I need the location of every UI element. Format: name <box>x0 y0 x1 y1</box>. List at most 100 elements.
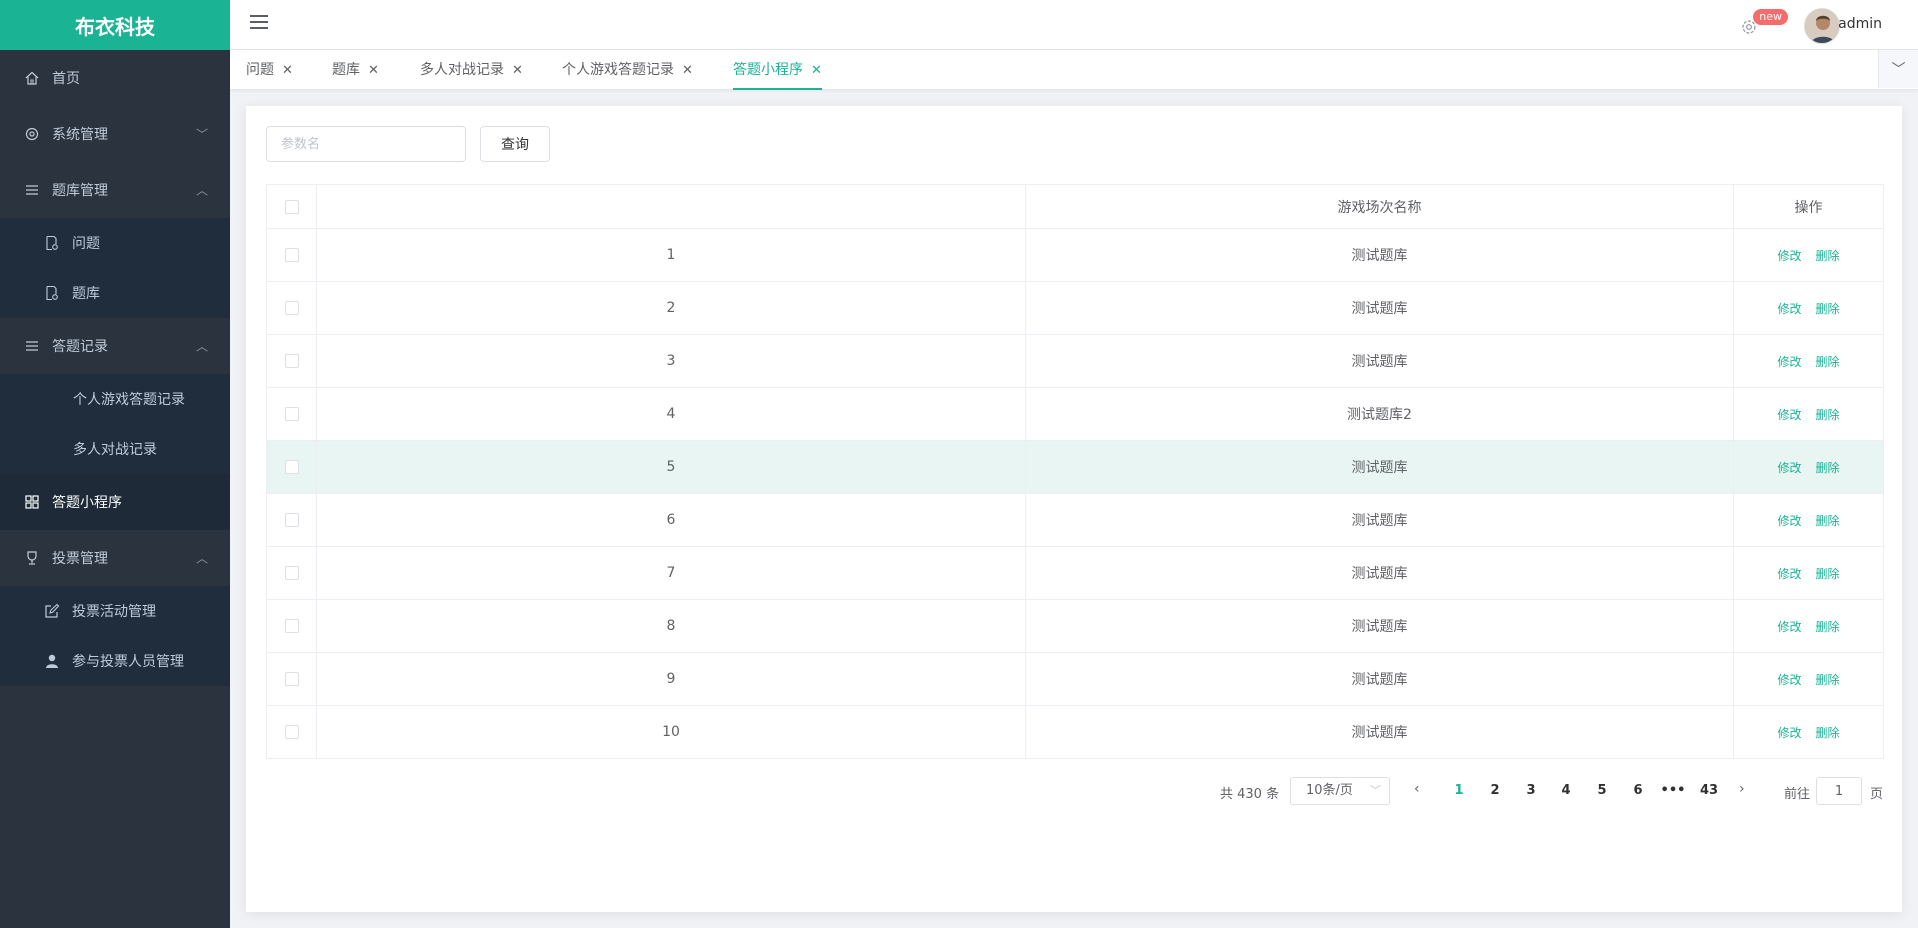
close-icon[interactable]: ✕ <box>368 63 379 78</box>
close-icon[interactable]: ✕ <box>811 63 822 78</box>
column-header-actions: 操作 <box>1733 184 1884 229</box>
edit-link[interactable]: 修改 <box>1777 514 1801 528</box>
close-icon[interactable]: ✕ <box>282 63 293 78</box>
goto-label: 前往 <box>1784 787 1811 802</box>
more-pages-icon[interactable]: ••• <box>1658 783 1688 798</box>
edit-link[interactable]: 修改 <box>1777 673 1801 687</box>
sidebar-item-question-bank[interactable]: 题库 <box>0 268 230 318</box>
row-checkbox[interactable] <box>284 619 299 633</box>
edit-link[interactable]: 修改 <box>1777 726 1801 740</box>
row-actions: 修改 删除 <box>1733 599 1884 653</box>
close-icon[interactable]: ✕ <box>682 63 693 78</box>
row-checkbox[interactable] <box>284 407 299 421</box>
sidebar-item-vote[interactable]: 投票管理 ︿ <box>0 530 230 586</box>
sidebar-item-system[interactable]: 系统管理 ﹀ <box>0 106 230 162</box>
sidebar-item-label: 题库管理 <box>52 183 108 199</box>
sidebar-item-battle-records[interactable]: 多人对战记录 <box>0 424 230 474</box>
avatar[interactable] <box>1804 8 1840 44</box>
row-checkbox[interactable] <box>284 725 299 739</box>
sidebar-item-questions[interactable]: 问题 <box>0 218 230 268</box>
page-size-value: 10条/页 <box>1306 783 1353 798</box>
app-logo: 布衣科技 <box>0 0 230 50</box>
row-checkbox[interactable] <box>284 672 299 686</box>
chevron-down-icon: ﹀ <box>1370 784 1381 797</box>
page-4[interactable]: 4 <box>1551 783 1581 798</box>
tab-personal-records[interactable]: 个人游戏答题记录 ✕ <box>562 50 693 90</box>
column-header-id <box>316 184 1026 229</box>
top-header: new admin <box>230 0 1918 50</box>
search-input[interactable] <box>266 126 466 162</box>
page-1[interactable]: 1 <box>1444 783 1474 798</box>
menu-toggle-icon[interactable] <box>250 15 268 33</box>
row-checkbox[interactable] <box>284 460 299 474</box>
edit-link[interactable]: 修改 <box>1777 620 1801 634</box>
chevron-up-icon: ︿ <box>195 339 208 354</box>
delete-link[interactable]: 删除 <box>1816 514 1840 528</box>
row-checkbox[interactable] <box>284 301 299 315</box>
username[interactable]: admin <box>1838 16 1882 32</box>
prev-page-icon[interactable]: ‹ <box>1414 781 1420 797</box>
tabs-dropdown-button[interactable]: ﹀ <box>1878 50 1918 88</box>
sidebar-item-label: 投票管理 <box>52 551 108 567</box>
home-icon <box>24 70 40 86</box>
sidebar-item-home[interactable]: 首页 <box>0 50 230 106</box>
tab-question-bank[interactable]: 题库 ✕ <box>332 50 379 90</box>
delete-link[interactable]: 删除 <box>1816 620 1840 634</box>
page-size-select[interactable]: 10条/页 ﹀ <box>1290 777 1390 805</box>
sidebar-item-vote-participants[interactable]: 参与投票人员管理 <box>0 636 230 686</box>
page-2[interactable]: 2 <box>1480 783 1510 798</box>
goto-page-input[interactable] <box>1816 777 1862 805</box>
row-checkbox[interactable] <box>284 513 299 527</box>
table-row: 7 测试题库 修改 删除 <box>266 546 1884 600</box>
edit-link[interactable]: 修改 <box>1777 461 1801 475</box>
select-all-cell <box>266 184 317 229</box>
page-unit-label: 页 <box>1870 787 1884 802</box>
row-name: 测试题库 <box>1025 493 1734 547</box>
row-checkbox[interactable] <box>284 248 299 262</box>
delete-link[interactable]: 删除 <box>1816 249 1840 263</box>
row-id: 1 <box>316 228 1026 282</box>
tab-questions[interactable]: 问题 ✕ <box>246 50 293 90</box>
table-row: 2 测试题库 修改 删除 <box>266 281 1884 335</box>
row-name: 测试题库 <box>1025 546 1734 600</box>
chevron-down-icon: ﹀ <box>1891 62 1906 78</box>
sidebar-item-records[interactable]: 答题记录 ︿ <box>0 318 230 374</box>
page-3[interactable]: 3 <box>1516 783 1546 798</box>
delete-link[interactable]: 删除 <box>1816 461 1840 475</box>
page-43[interactable]: 43 <box>1694 783 1724 798</box>
delete-link[interactable]: 删除 <box>1816 726 1840 740</box>
sidebar-item-personal-records[interactable]: 个人游戏答题记录 <box>0 374 230 424</box>
row-actions: 修改 删除 <box>1733 652 1884 706</box>
delete-link[interactable]: 删除 <box>1816 673 1840 687</box>
next-page-icon[interactable]: › <box>1739 781 1745 797</box>
page-6[interactable]: 6 <box>1623 783 1653 798</box>
tab-label: 多人对战记录 <box>420 62 504 78</box>
edit-link[interactable]: 修改 <box>1777 355 1801 369</box>
row-name: 测试题库 <box>1025 440 1734 494</box>
sidebar-item-vote-activity[interactable]: 投票活动管理 <box>0 586 230 636</box>
gear-icon <box>24 126 40 142</box>
list-icon <box>24 182 40 198</box>
query-button[interactable]: 查询 <box>480 126 550 162</box>
select-all-checkbox[interactable] <box>284 199 299 214</box>
sidebar-item-miniapp[interactable]: 答题小程序 <box>0 474 230 530</box>
row-name: 测试题库 <box>1025 334 1734 388</box>
row-checkbox[interactable] <box>284 354 299 368</box>
close-icon[interactable]: ✕ <box>512 63 523 78</box>
edit-link[interactable]: 修改 <box>1777 567 1801 581</box>
edit-link[interactable]: 修改 <box>1777 302 1801 316</box>
tab-miniapp[interactable]: 答题小程序 ✕ <box>733 50 822 90</box>
delete-link[interactable]: 删除 <box>1816 302 1840 316</box>
delete-link[interactable]: 删除 <box>1816 567 1840 581</box>
delete-link[interactable]: 删除 <box>1816 355 1840 369</box>
page-5[interactable]: 5 <box>1587 783 1617 798</box>
row-checkbox[interactable] <box>284 566 299 580</box>
chevron-up-icon: ︿ <box>195 551 208 566</box>
tab-battle-records[interactable]: 多人对战记录 ✕ <box>420 50 523 90</box>
user-icon <box>44 653 60 669</box>
sidebar-item-bank[interactable]: 题库管理 ︿ <box>0 162 230 218</box>
edit-link[interactable]: 修改 <box>1777 408 1801 422</box>
edit-link[interactable]: 修改 <box>1777 249 1801 263</box>
row-name: 测试题库 <box>1025 281 1734 335</box>
delete-link[interactable]: 删除 <box>1816 408 1840 422</box>
